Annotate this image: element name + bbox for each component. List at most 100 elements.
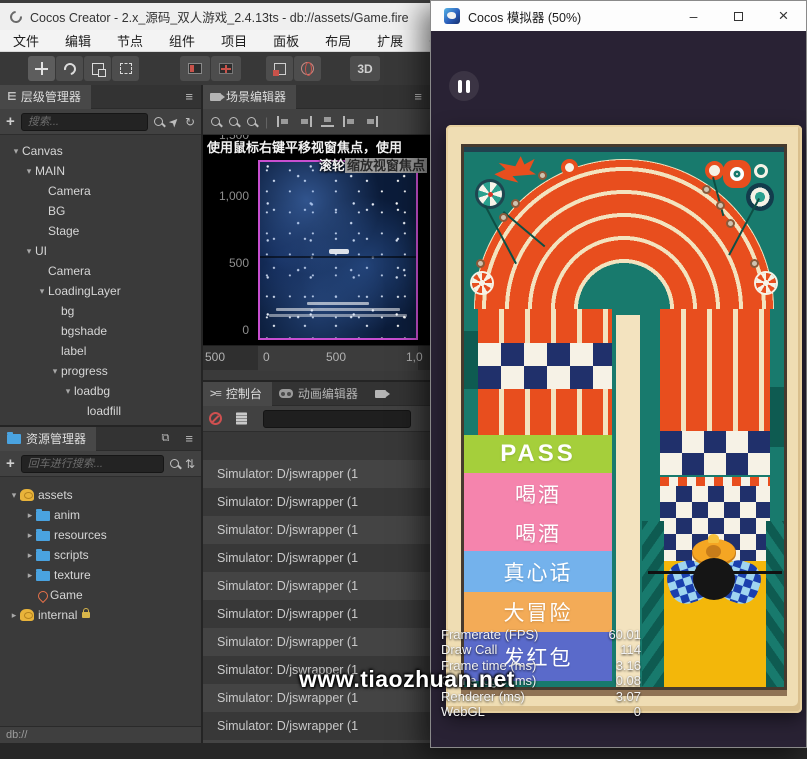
console-filter-input[interactable] [263,410,411,428]
menu-item[interactable]: 布局 [312,30,364,52]
zoom-out-icon[interactable] [229,117,238,126]
asset-node[interactable]: ▾ assets [0,485,201,505]
hierarchy-node[interactable]: ▾ UI [0,241,201,261]
close-button[interactable]: × [761,1,806,31]
hierarchy-search-input[interactable] [21,113,148,131]
expand-arrow-icon[interactable]: ▸ [24,550,36,561]
simulator-titlebar[interactable]: Cocos 模拟器 (50%) – × [431,1,806,31]
expand-arrow-icon[interactable]: ▾ [10,146,22,157]
hierarchy-node[interactable]: ▾ Canvas [0,141,201,161]
zoom-in-icon[interactable] [211,117,220,126]
tab-hierarchy[interactable]: ⋿ 层级管理器 [0,85,91,109]
menu-item[interactable]: 扩展 [364,30,416,52]
console-log[interactable]: Simulator: D/jswrapper (1Simulator: D/js… [203,432,430,745]
pivot-mode-button[interactable] [180,56,210,81]
expand-arrow-icon[interactable]: ▸ [24,530,36,541]
menu-item[interactable]: 文件 [0,30,52,52]
tab-animation-editor[interactable]: 动画编辑器 [272,382,368,406]
action-band-button[interactable]: 喝酒 [464,473,612,514]
asset-node[interactable]: ▸ texture [0,565,201,585]
asset-node[interactable]: ▸ internal [0,605,201,625]
expand-arrow-icon[interactable]: ▸ [24,510,36,521]
tab-assets[interactable]: 资源管理器 [0,427,96,451]
menu-item[interactable]: 项目 [208,30,260,52]
scale-tool-button[interactable] [84,56,111,81]
hierarchy-node[interactable]: ▾ loadbg [0,381,201,401]
asset-node[interactable]: Game [0,585,201,605]
align-center-v-icon[interactable] [343,116,356,127]
hierarchy-node[interactable]: ▾ progress [0,361,201,381]
hierarchy-node[interactable]: ▾ MAIN [0,161,201,181]
search-icon[interactable] [154,117,163,126]
align-center-h-icon[interactable] [365,116,378,127]
anchor-mode-button[interactable] [211,56,241,81]
gamepad-icon [279,389,293,398]
expand-arrow-icon[interactable]: ▾ [36,286,48,297]
3d-mode-button[interactable]: 3D [350,56,380,81]
menu-item[interactable]: 组件 [156,30,208,52]
expand-arrow-icon[interactable]: ▸ [24,570,36,581]
action-band-button[interactable]: PASS [464,435,612,473]
global-gizmo-button[interactable] [294,56,321,81]
hierarchy-node[interactable]: label [0,341,201,361]
expand-arrow-icon[interactable]: ▾ [23,166,35,177]
hierarchy-node[interactable]: bg [0,301,201,321]
local-gizmo-button[interactable] [266,56,293,81]
expand-arrow-icon[interactable]: ▾ [49,366,61,377]
expand-arrow-icon[interactable]: ▾ [8,490,20,501]
align-right-icon[interactable] [299,116,312,127]
assets-menu-icon[interactable]: ≡ [177,431,201,446]
stat-value: 0 [634,704,641,719]
preview-text-line [269,314,406,317]
hierarchy-node[interactable]: loadfill [0,401,201,421]
scene-menu-icon[interactable]: ≡ [406,89,430,104]
scene-canvas-preview[interactable] [258,160,418,340]
move-tool-button[interactable] [28,56,55,81]
zoom-reset-icon[interactable] [247,117,256,126]
pause-button[interactable] [449,71,479,101]
hierarchy-menu-icon[interactable]: ≡ [177,89,201,104]
assets-add-button[interactable]: + [6,455,15,472]
tab-video[interactable] [368,382,396,406]
align-bottom-icon[interactable] [321,116,334,127]
hierarchy-add-button[interactable]: + [6,113,15,130]
assets-popout-icon[interactable]: ⧉ [154,432,178,445]
asset-node[interactable]: ▸ scripts [0,545,201,565]
hierarchy-node[interactable]: Stage [0,221,201,241]
tab-scene[interactable]: 场景编辑器 [203,85,296,109]
menu-item[interactable]: 编辑 [52,30,104,52]
scene-hint-line2: 滚轮缩放视窗焦点 [319,155,427,174]
hierarchy-node[interactable]: bgshade [0,321,201,341]
node-label: UI [35,244,47,258]
action-band-button[interactable]: 真心话 [464,551,612,592]
action-band-button[interactable]: 大冒险 [464,592,612,632]
refresh-icon[interactable]: ↻ [185,115,195,129]
clear-console-icon[interactable] [209,412,222,425]
rotate-tool-button[interactable] [56,56,83,81]
maximize-button[interactable] [716,1,761,31]
log-file-icon[interactable] [236,412,247,425]
search-icon[interactable] [170,459,179,468]
sort-icon[interactable]: ⇅ [185,457,195,471]
rect-tool-button[interactable] [112,56,139,81]
menu-item[interactable]: 面板 [260,30,312,52]
asset-node[interactable]: ▸ anim [0,505,201,525]
hierarchy-node[interactable]: BG [0,201,201,221]
expand-arrow-icon[interactable]: ▸ [8,610,20,621]
expand-arrow-icon[interactable]: ▾ [23,246,35,257]
hierarchy-node[interactable]: Camera [0,181,201,201]
tab-console[interactable]: >≡ 控制台 [203,382,272,406]
locate-icon[interactable]: ➤ [165,113,182,130]
assets-search-input[interactable] [21,455,164,473]
align-left-icon[interactable] [277,116,290,127]
menu-item[interactable]: 节点 [104,30,156,52]
hierarchy-node[interactable]: Camera [0,261,201,281]
hierarchy-node[interactable]: ▾ LoadingLayer [0,281,201,301]
stat-value: 3.07 [616,689,641,704]
game-stage[interactable]: PASS喝酒喝酒真心话大冒险发红包 [464,147,784,687]
action-band-button[interactable]: 喝酒 [464,514,612,551]
expand-arrow-icon[interactable]: ▾ [62,386,74,397]
asset-node[interactable]: ▸ resources [0,525,201,545]
scene-viewport[interactable]: 1,500 1,000 500 0 使用鼠标右键平移视窗焦点，使用 滚轮缩放视窗… [203,135,430,345]
minimize-button[interactable]: – [671,1,716,31]
